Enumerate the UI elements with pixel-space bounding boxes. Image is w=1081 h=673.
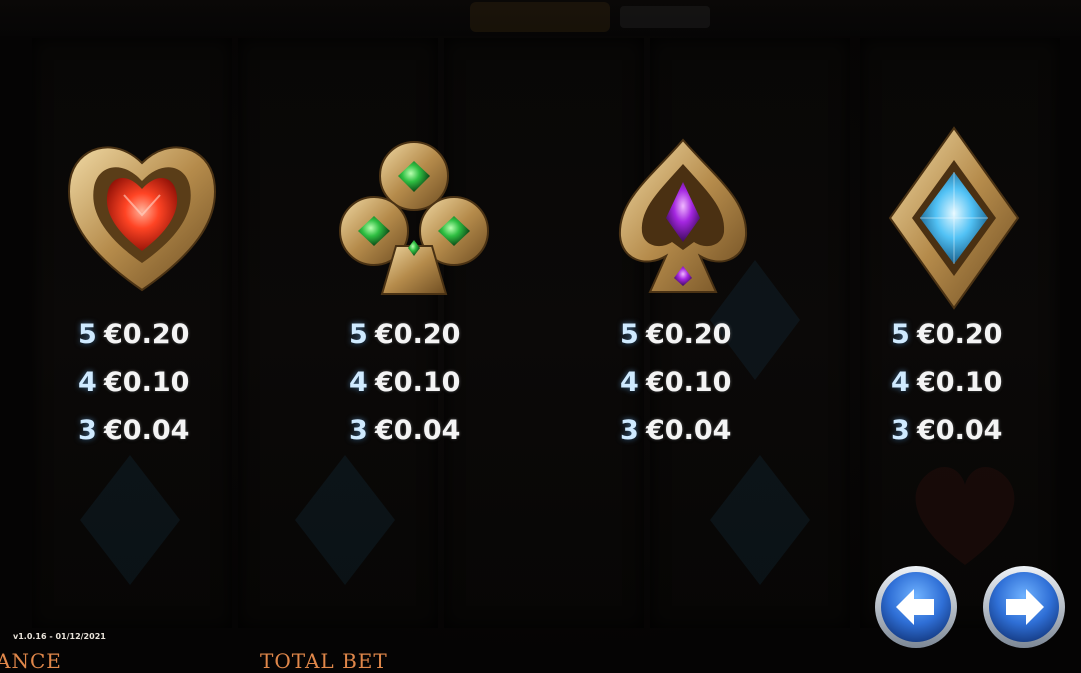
- pay-count: 3: [349, 414, 368, 446]
- pay-row: 5 €0.20: [349, 310, 499, 358]
- arrow-right-icon: [983, 566, 1065, 648]
- pay-row: 4 €0.10: [891, 358, 1041, 406]
- pay-value: €0.20: [375, 318, 461, 350]
- pay-count: 3: [78, 414, 97, 446]
- pay-count: 5: [78, 318, 97, 350]
- pay-row: 4 €0.10: [78, 358, 228, 406]
- pay-row: 3 €0.04: [891, 406, 1041, 454]
- game-background: 5 €0.20 4 €0.10 3 €0.04 5 €0.20 4 €0.10 …: [0, 0, 1081, 673]
- pay-value: €0.10: [375, 366, 461, 398]
- paytable-heart: 5 €0.20 4 €0.10 3 €0.04: [78, 310, 228, 454]
- pay-count: 4: [891, 366, 910, 398]
- pay-value: €0.10: [104, 366, 190, 398]
- paytable-spade: 5 €0.20 4 €0.10 3 €0.04: [620, 310, 770, 454]
- version-label: v1.0.16 - 01/12/2021: [13, 632, 106, 641]
- previous-page-button[interactable]: [874, 565, 958, 649]
- pay-row: 5 €0.20: [891, 310, 1041, 358]
- pay-value: €0.20: [646, 318, 732, 350]
- total-bet-label: TOTAL BET: [260, 649, 388, 673]
- balance-label: ANCE: [0, 649, 62, 673]
- pay-row: 3 €0.04: [620, 406, 770, 454]
- pay-value: €0.04: [917, 414, 1003, 446]
- pay-value: €0.20: [917, 318, 1003, 350]
- pay-value: €0.10: [917, 366, 1003, 398]
- pay-count: 3: [620, 414, 639, 446]
- pay-value: €0.10: [646, 366, 732, 398]
- pay-row: 4 €0.10: [620, 358, 770, 406]
- pay-row: 4 €0.10: [349, 358, 499, 406]
- pay-value: €0.04: [646, 414, 732, 446]
- club-symbol-icon: [339, 141, 489, 295]
- ghost-diamond-icon: [80, 455, 180, 585]
- spade-symbol-icon: [618, 138, 748, 293]
- heart-symbol-icon: [68, 146, 216, 292]
- pay-count: 5: [891, 318, 910, 350]
- paytable-diamond: 5 €0.20 4 €0.10 3 €0.04: [891, 310, 1041, 454]
- pay-row: 5 €0.20: [78, 310, 228, 358]
- pay-count: 3: [891, 414, 910, 446]
- top-bar: [0, 0, 1081, 36]
- pay-count: 4: [78, 366, 97, 398]
- pay-row: 3 €0.04: [78, 406, 228, 454]
- pay-row: 3 €0.04: [349, 406, 499, 454]
- pay-count: 4: [620, 366, 639, 398]
- next-page-button[interactable]: [982, 565, 1066, 649]
- ghost-diamond-icon: [295, 455, 395, 585]
- paytable-club: 5 €0.20 4 €0.10 3 €0.04: [349, 310, 499, 454]
- diamond-symbol-icon: [888, 126, 1020, 310]
- game-logo-fragment: [470, 2, 710, 32]
- arrow-left-icon: [875, 566, 957, 648]
- pay-value: €0.04: [104, 414, 190, 446]
- pay-value: €0.20: [104, 318, 190, 350]
- pay-count: 4: [349, 366, 368, 398]
- ghost-heart-icon: [915, 467, 1015, 565]
- pay-value: €0.04: [375, 414, 461, 446]
- ghost-diamond-icon: [710, 455, 810, 585]
- pay-row: 5 €0.20: [620, 310, 770, 358]
- pay-count: 5: [620, 318, 639, 350]
- pay-count: 5: [349, 318, 368, 350]
